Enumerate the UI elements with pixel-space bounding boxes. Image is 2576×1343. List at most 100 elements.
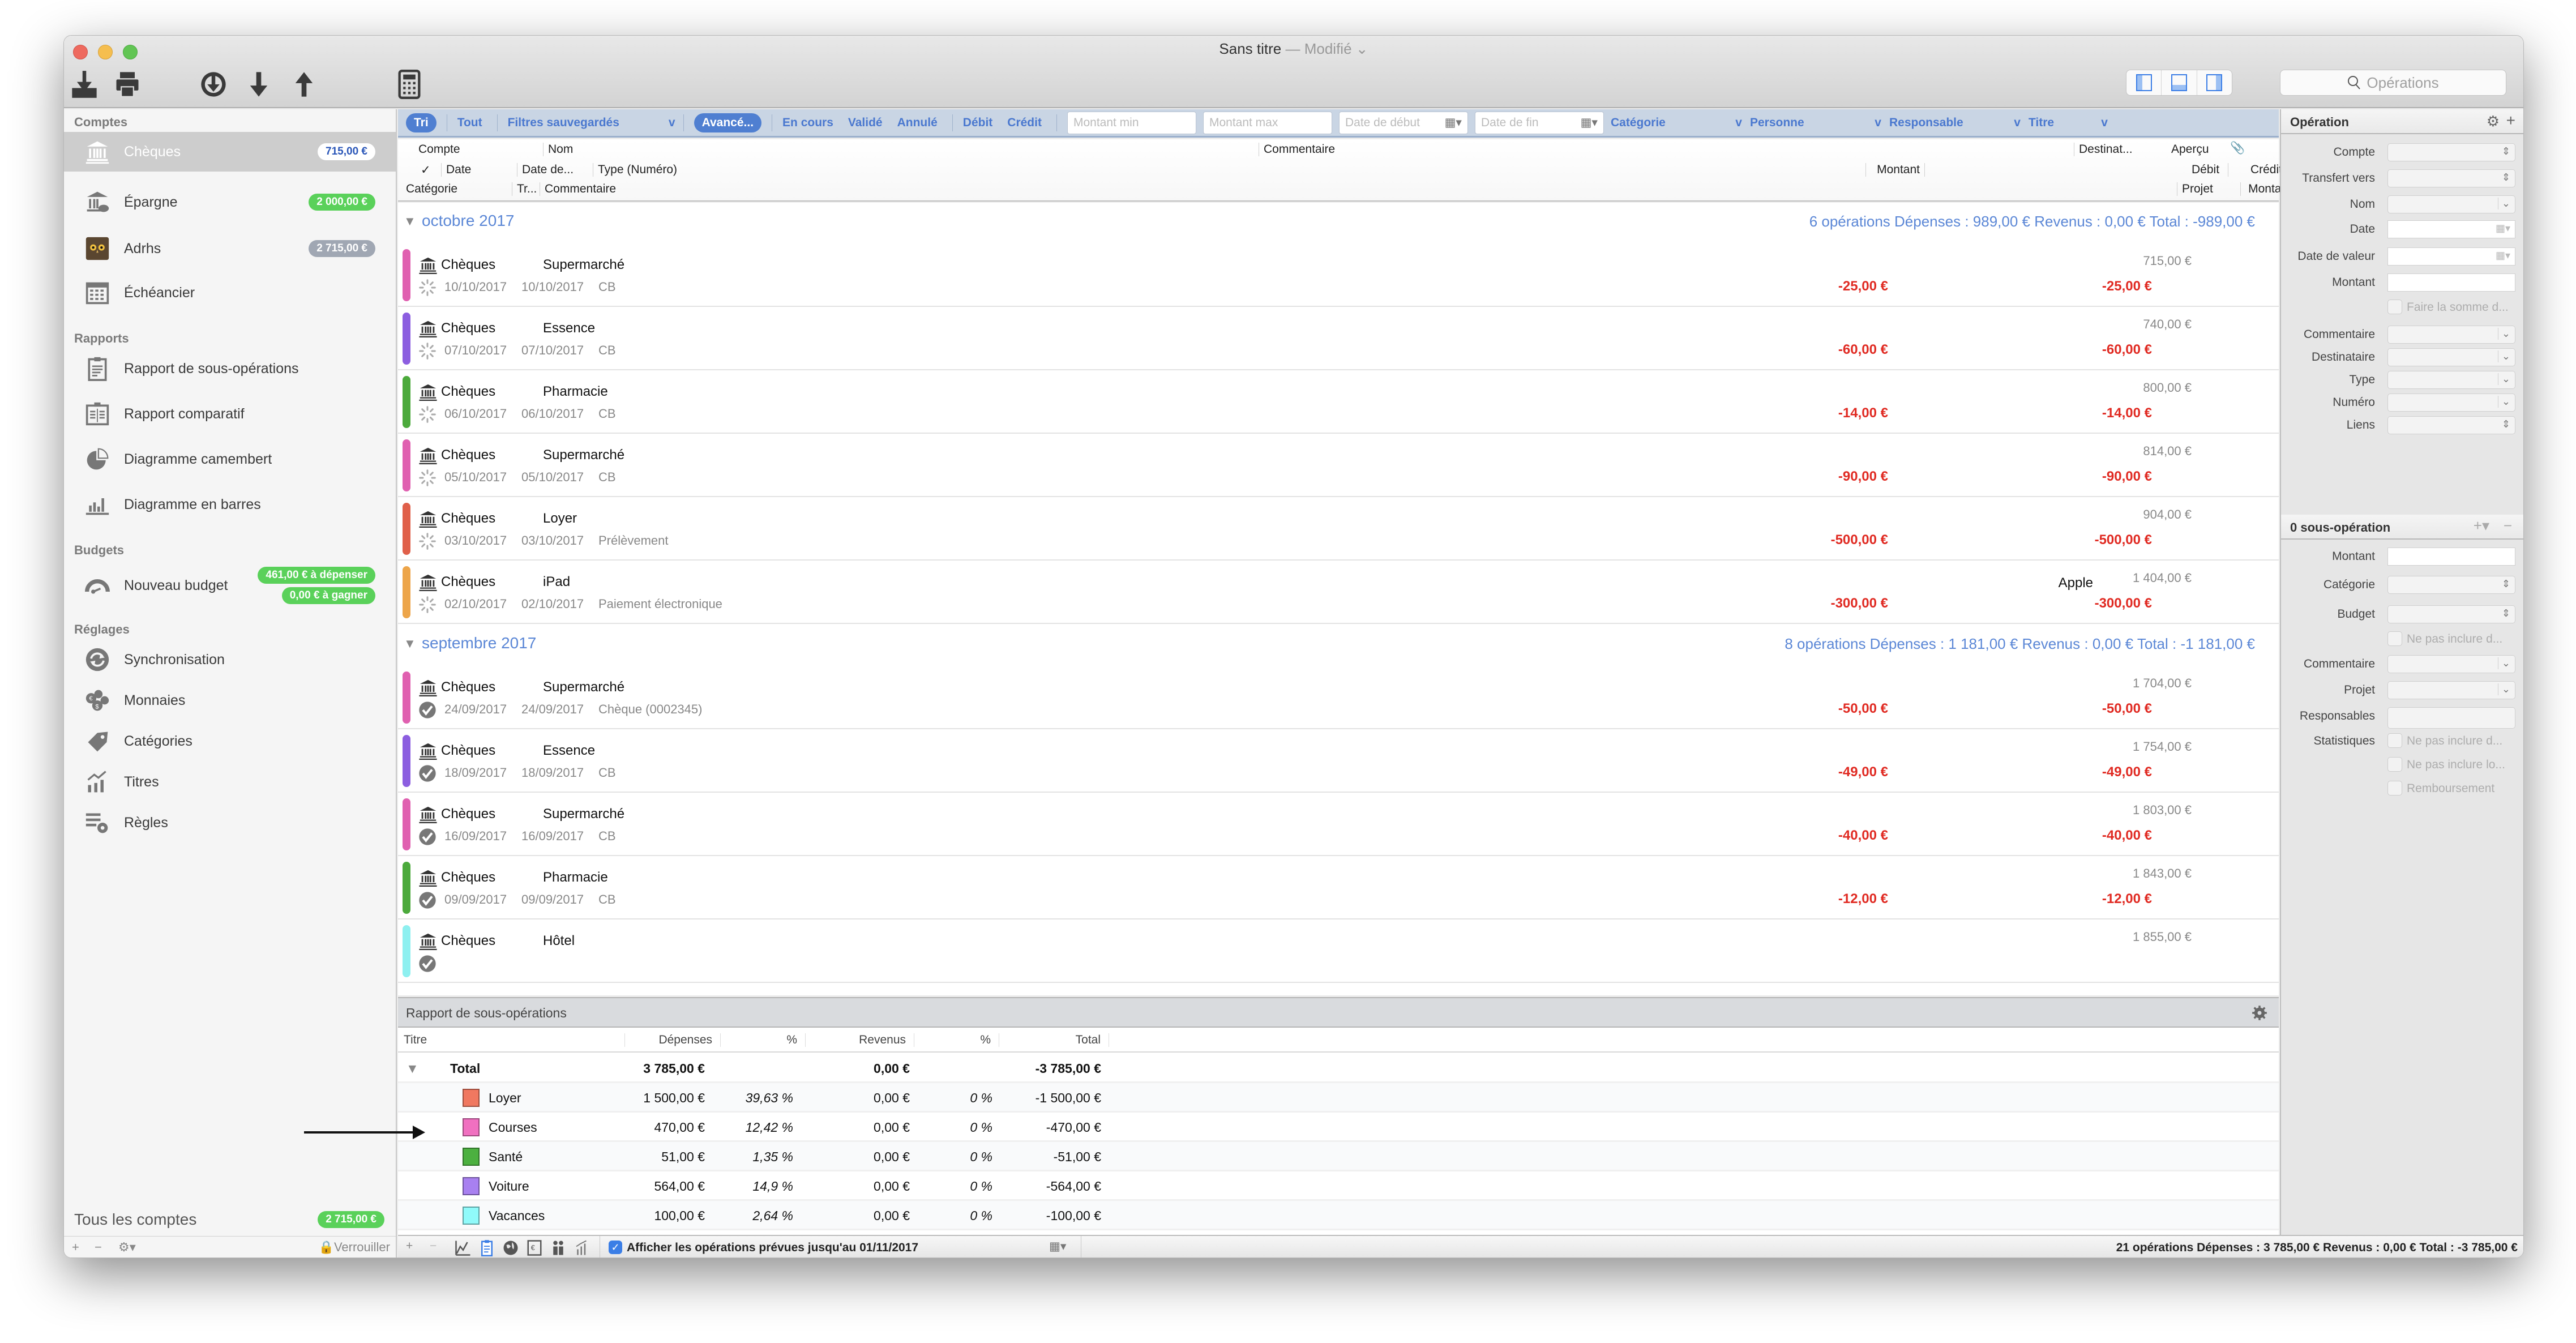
stats-option-checkbox[interactable] [2387, 781, 2402, 795]
month-group-header[interactable]: ▼ septembre 2017 8 opérations Dépenses : 1… [398, 626, 2279, 660]
col-name[interactable]: Nom [543, 143, 573, 156]
calendar-picker-icon[interactable]: ▦▾ [1049, 1239, 1066, 1254]
month-group-header[interactable]: ▼ octobre 2017 6 opérations Dépenses : 989… [398, 204, 2279, 238]
remove-split-button[interactable]: − [2504, 517, 2512, 534]
projet-field[interactable]: ⌄ [2387, 681, 2515, 699]
date-end-input[interactable]: Date de fin ▦▾ [1474, 111, 1604, 134]
liens-field[interactable]: ⇕ [2387, 416, 2515, 434]
search-input[interactable]: Opérations [2280, 70, 2506, 96]
sidebar-item-monnaies[interactable]: € $ Monnaies [64, 678, 396, 723]
clipboard-report-icon[interactable] [478, 1239, 495, 1256]
budget-exclude-checkbox[interactable] [2387, 631, 2402, 646]
arrow-down-icon[interactable] [242, 67, 276, 101]
import-icon[interactable] [67, 67, 101, 101]
date-field[interactable]: ▦▾ [2387, 220, 2515, 238]
transfert-vers-field[interactable]: ⇕ [2387, 169, 2515, 187]
print-icon[interactable] [110, 67, 144, 101]
gear-icon[interactable]: ⚙ [2487, 113, 2500, 130]
col-date[interactable]: Date [441, 163, 471, 177]
calendar-picker-icon[interactable]: ▦▾ [1445, 116, 1462, 130]
stats-option-checkbox[interactable] [2387, 733, 2402, 748]
nom-field[interactable]: ⌄ [2387, 195, 2515, 213]
transaction-row[interactable]: Chèques Essence 18/09/2017 18/09/2017 CB 1 75… [398, 729, 2279, 793]
numero-field[interactable]: ⌄ [2387, 394, 2515, 412]
transaction-row[interactable]: Chèques Loyer 03/10/2017 03/10/2017 Prélèvem… [398, 497, 2279, 561]
transaction-row[interactable]: Chèques Supermarché 16/09/2017 16/09/2017 CB… [398, 793, 2279, 856]
type-field[interactable]: ⌄ [2387, 371, 2515, 389]
gear-icon[interactable] [2252, 1005, 2267, 1021]
line-chart-icon[interactable] [455, 1239, 472, 1256]
sidebar-left-toggle[interactable] [2126, 70, 2162, 95]
sidebar-item-adrhs[interactable]: Adrhs 2 715,00 € [64, 226, 396, 271]
sort-button[interactable]: Tri [406, 113, 437, 132]
pending-status-icon[interactable] [418, 596, 437, 614]
title-dropdown[interactable]: Titre v [2029, 116, 2108, 130]
category-dropdown[interactable]: Catégorie v [1611, 116, 1742, 130]
disclosure-triangle-icon[interactable]: ▼ [406, 1061, 419, 1076]
responsible-dropdown[interactable]: Responsable v [1889, 116, 2021, 130]
validated-check-icon[interactable] [418, 701, 437, 719]
sidebar-item-rapport-sous-operations[interactable]: Rapport de sous-opérations [64, 346, 396, 391]
sidebar-item-titres[interactable]: Titres [64, 759, 396, 805]
sidebar-item-rapport-comparatif[interactable]: Rapport comparatif [64, 391, 396, 437]
report-row[interactable]: Loyer 1 500,00 € 39,63 % 0,00 € 0 % -1 500,00… [398, 1083, 2279, 1113]
sidebar-right-toggle[interactable] [2197, 70, 2232, 95]
people-icon[interactable] [550, 1239, 567, 1256]
transaction-row[interactable]: Chèques Pharmacie 06/10/2017 06/10/2017 CB 80… [398, 370, 2279, 434]
report-col-total[interactable]: Total [1000, 1033, 1109, 1047]
calendar-picker-icon[interactable]: ▦▾ [1581, 116, 1598, 130]
sidebar-item-epargne[interactable]: Épargne 2 000,00 € [64, 179, 396, 225]
filter-in-progress[interactable]: En cours [782, 116, 833, 130]
document-status[interactable]: Modifié [1304, 40, 1352, 57]
commentaire-field[interactable]: ⌄ [2387, 655, 2515, 673]
transaction-row[interactable]: Chèques Supermarché 10/10/2017 10/10/2017 CB… [398, 243, 2279, 307]
transactions-list[interactable]: ▼ octobre 2017 6 opérations Dépenses : 989… [398, 203, 2279, 995]
transaction-row[interactable]: Chèques iPad 02/10/2017 02/10/2017 Paiement … [398, 561, 2279, 624]
transaction-row[interactable]: Chèques Supermarché 24/09/2017 24/09/2017 Ch… [398, 666, 2279, 729]
disclosure-triangle-icon[interactable]: ▼ [404, 636, 416, 651]
date-de-valeur-field[interactable]: ▦▾ [2387, 247, 2515, 266]
all-accounts-label[interactable]: Tous les comptes [74, 1211, 196, 1229]
col-project[interactable]: Projet [2177, 182, 2213, 196]
report-row[interactable]: Santé 51,00 € 1,35 % 0,00 € 0 % -51,00 € [398, 1142, 2279, 1171]
paperclip-icon[interactable]: 📎 [2230, 142, 2245, 155]
pending-status-icon[interactable] [418, 279, 437, 297]
transaction-row[interactable]: Chèques Essence 07/10/2017 07/10/2017 CB 740,… [398, 307, 2279, 370]
advanced-button[interactable]: Avancé... [694, 113, 762, 132]
montant-field[interactable] [2387, 273, 2515, 292]
col-comment-top[interactable]: Commentaire [1259, 143, 1335, 156]
sidebar-item-diagramme-barres[interactable]: Diagramme en barres [64, 482, 396, 527]
destinataire-field[interactable]: ⌄ [2387, 348, 2515, 366]
responsables-field[interactable] [2387, 707, 2515, 729]
sidebar-item-regles[interactable]: Règles [64, 800, 396, 845]
bars-trend-icon[interactable] [574, 1239, 590, 1256]
calendar-picker-icon[interactable]: ▦▾ [2496, 250, 2510, 262]
arrow-up-icon[interactable] [287, 67, 321, 101]
remove-button[interactable]: − [430, 1239, 437, 1253]
categorie-field[interactable]: ⇕ [2387, 576, 2515, 594]
budget-field[interactable]: ⇕ [2387, 605, 2515, 623]
col-recipient[interactable]: Destinat... [2074, 143, 2133, 156]
col-preview[interactable]: Aperçu [2171, 143, 2209, 156]
col-amount[interactable]: Montant [1865, 163, 1925, 177]
report-col-expenses[interactable]: Dépenses [624, 1033, 721, 1047]
validated-check-icon[interactable] [418, 828, 437, 846]
pending-status-icon[interactable] [418, 532, 437, 550]
filter-credit[interactable]: Crédit [1007, 116, 1042, 130]
transaction-row[interactable]: Chèques Supermarché 05/10/2017 05/10/2017 CB… [398, 434, 2279, 497]
col-category[interactable]: Catégorie [406, 182, 457, 196]
report-col-expenses-pct[interactable]: % [722, 1033, 806, 1047]
stats-option-checkbox[interactable] [2387, 757, 2402, 772]
currency-report-icon[interactable]: € [526, 1239, 543, 1256]
transaction-row[interactable]: Chèques Pharmacie 09/09/2017 09/09/2017 CB 1 … [398, 856, 2279, 919]
person-dropdown[interactable]: Personne v [1750, 116, 1881, 130]
col-credit[interactable]: Crédit [2228, 163, 2287, 177]
bottom-panel-toggle[interactable] [2162, 70, 2197, 95]
report-total-row[interactable]: ▼ Total 3 785,00 € 0,00 € -3 785,00 € [398, 1054, 2279, 1083]
disclosure-triangle-icon[interactable]: ▼ [404, 214, 416, 229]
report-row[interactable]: Vacances 100,00 € 2,64 % 0,00 € 0 % -100,00 € [398, 1201, 2279, 1230]
col-check[interactable]: ✓ [421, 163, 431, 177]
sum-checkbox[interactable] [2387, 300, 2402, 314]
col-tr[interactable]: Tr... [512, 182, 537, 196]
pending-status-icon[interactable] [418, 342, 437, 360]
